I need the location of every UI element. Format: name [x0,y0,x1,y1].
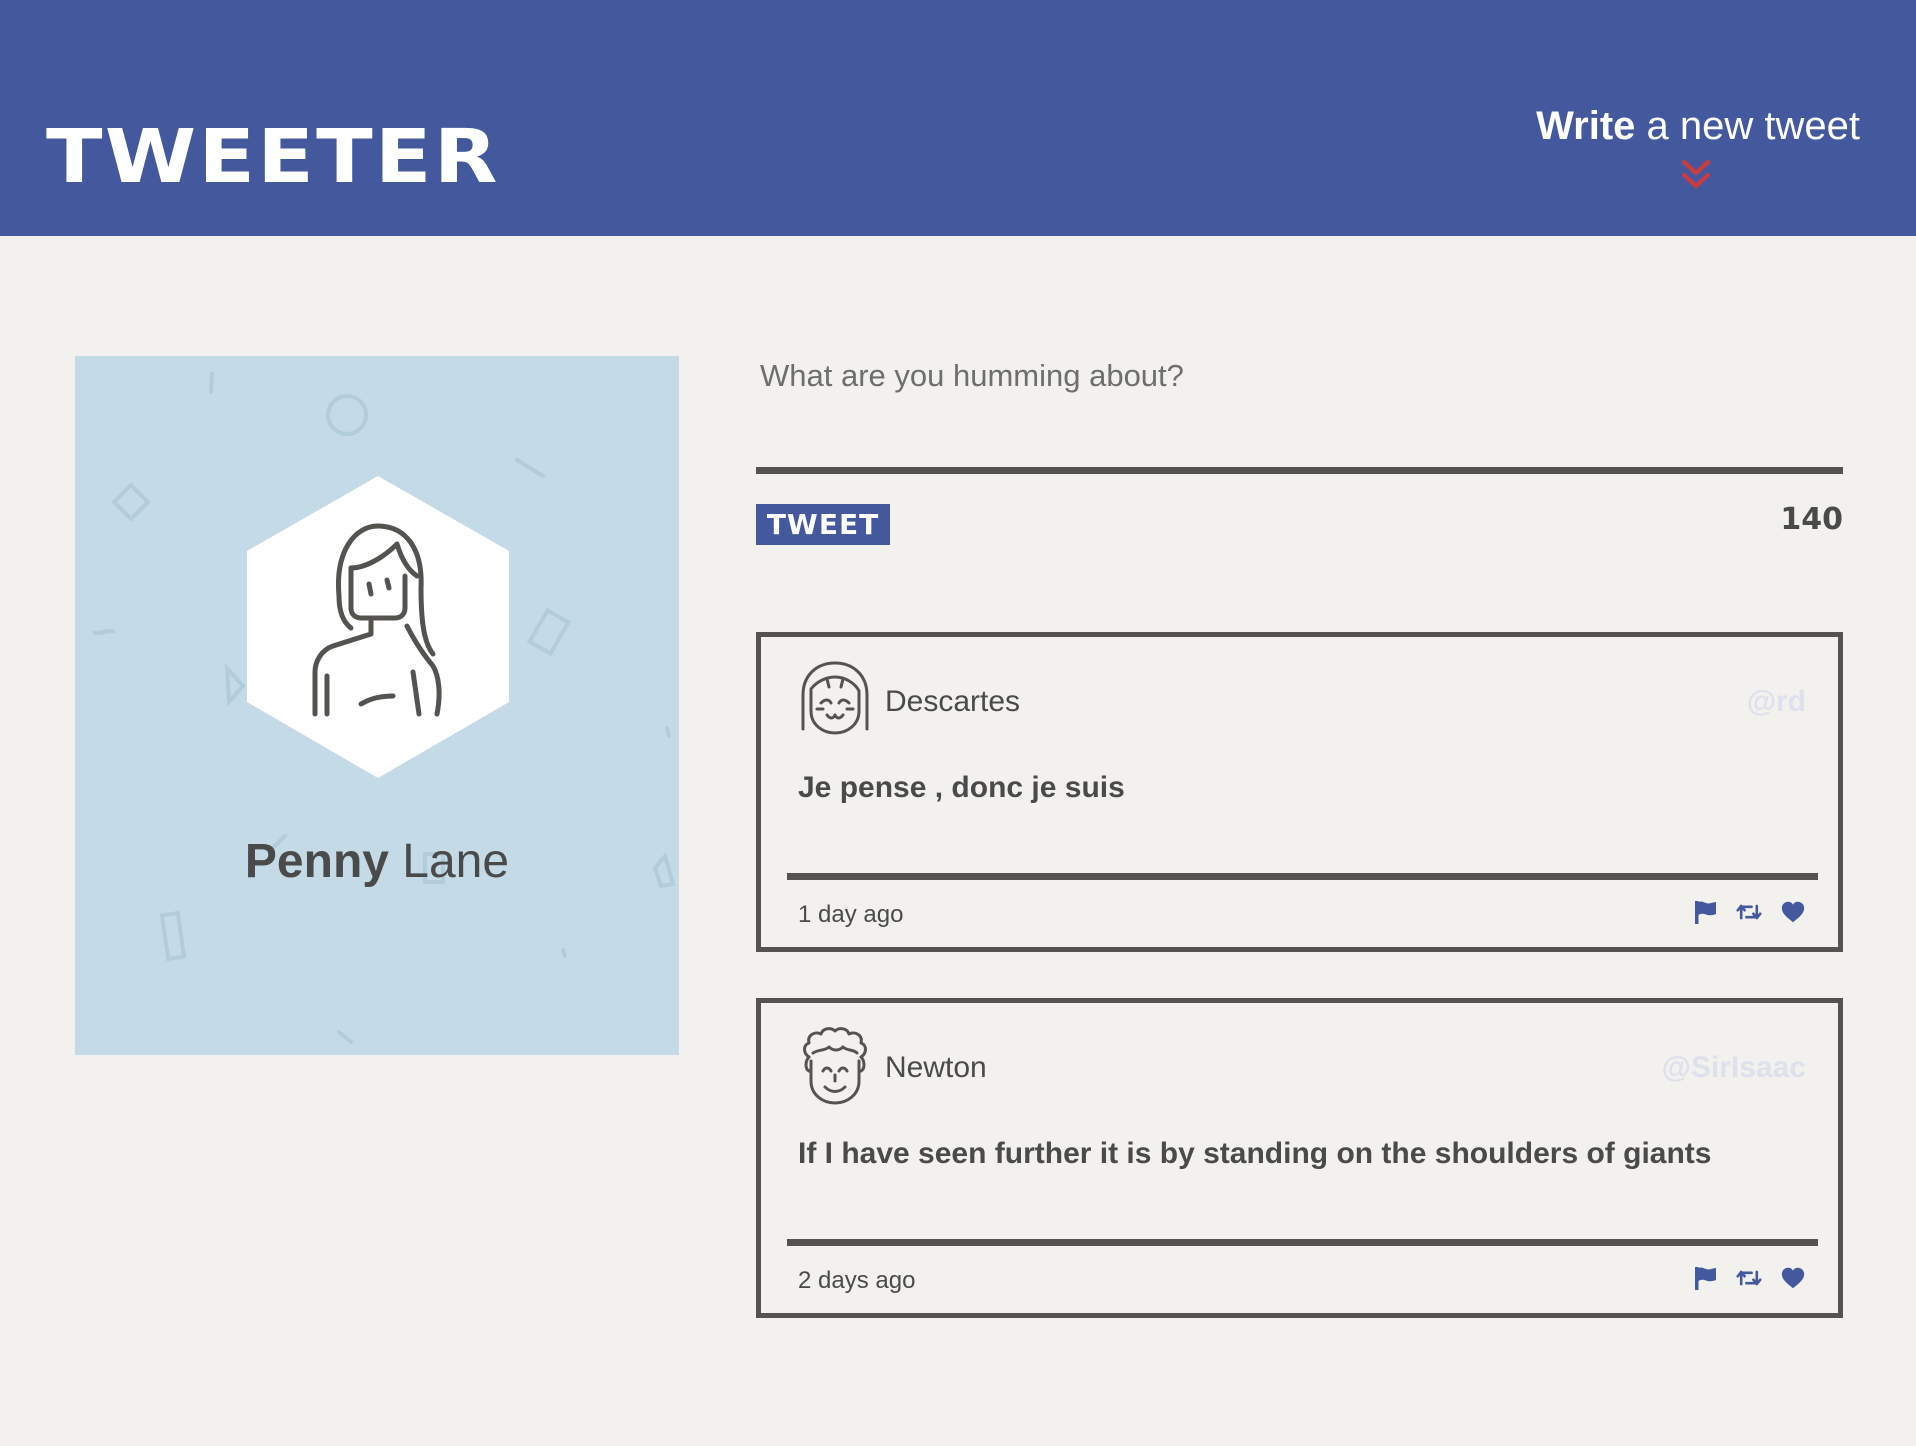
tweet-card: Newton @SirIsaac If I have seen further … [756,998,1843,1318]
chevron-double-down-icon [1682,160,1710,188]
flag-icon [1695,1267,1716,1290]
tweet-divider [787,873,1818,880]
compose-divider [756,467,1843,474]
tweet-actions [1692,899,1806,925]
retweet-icon [1736,904,1762,920]
woman-avatar-icon [247,476,509,778]
retweet-icon [1736,1270,1762,1286]
like-button[interactable] [1780,899,1806,925]
heart-icon [1781,1267,1805,1289]
character-counter: 140 [1780,502,1843,537]
heart-icon [1781,901,1805,923]
flag-icon [1695,901,1716,924]
app-logo[interactable]: TWEETER [46,120,500,194]
tweet-input[interactable] [756,352,1843,462]
curly-hair-avatar-icon [803,1027,867,1105]
tweet-author-handle[interactable]: @rd [1747,685,1806,719]
profile-last-name: Lane [388,835,510,888]
profile-first-name: Penny [244,835,389,888]
flag-button[interactable] [1692,1265,1718,1291]
retweet-button[interactable] [1736,899,1762,925]
tweet-timestamp: 2 days ago [798,1267,916,1294]
tweet-author-name[interactable]: Newton [885,1051,987,1085]
tweet-divider [787,1239,1818,1246]
profile-card: Penny Lane [75,356,679,1055]
write-new-tweet-toggle[interactable]: Write a new tweet [1536,104,1860,200]
flag-button[interactable] [1692,899,1718,925]
tweet-card: Descartes @rd Je pense , donc je suis 1 … [756,632,1843,952]
like-button[interactable] [1780,1265,1806,1291]
girl-avatar-icon [801,661,869,735]
tweet-timestamp: 1 day ago [798,901,904,928]
retweet-button[interactable] [1736,1265,1762,1291]
app-header: TWEETER Write a new tweet [0,0,1916,236]
tweet-content: Je pense , donc je suis [798,771,1125,804]
tweet-content: If I have seen further it is by standing… [798,1137,1712,1170]
tweet-button[interactable]: TWEET [756,504,890,545]
profile-name: Penny Lane [75,834,679,889]
write-new-tweet-label: Write a new tweet [1536,104,1860,148]
tweet-actions [1692,1265,1806,1291]
tweet-author-name[interactable]: Descartes [885,685,1020,719]
tweet-author-handle[interactable]: @SirIsaac [1662,1051,1806,1085]
